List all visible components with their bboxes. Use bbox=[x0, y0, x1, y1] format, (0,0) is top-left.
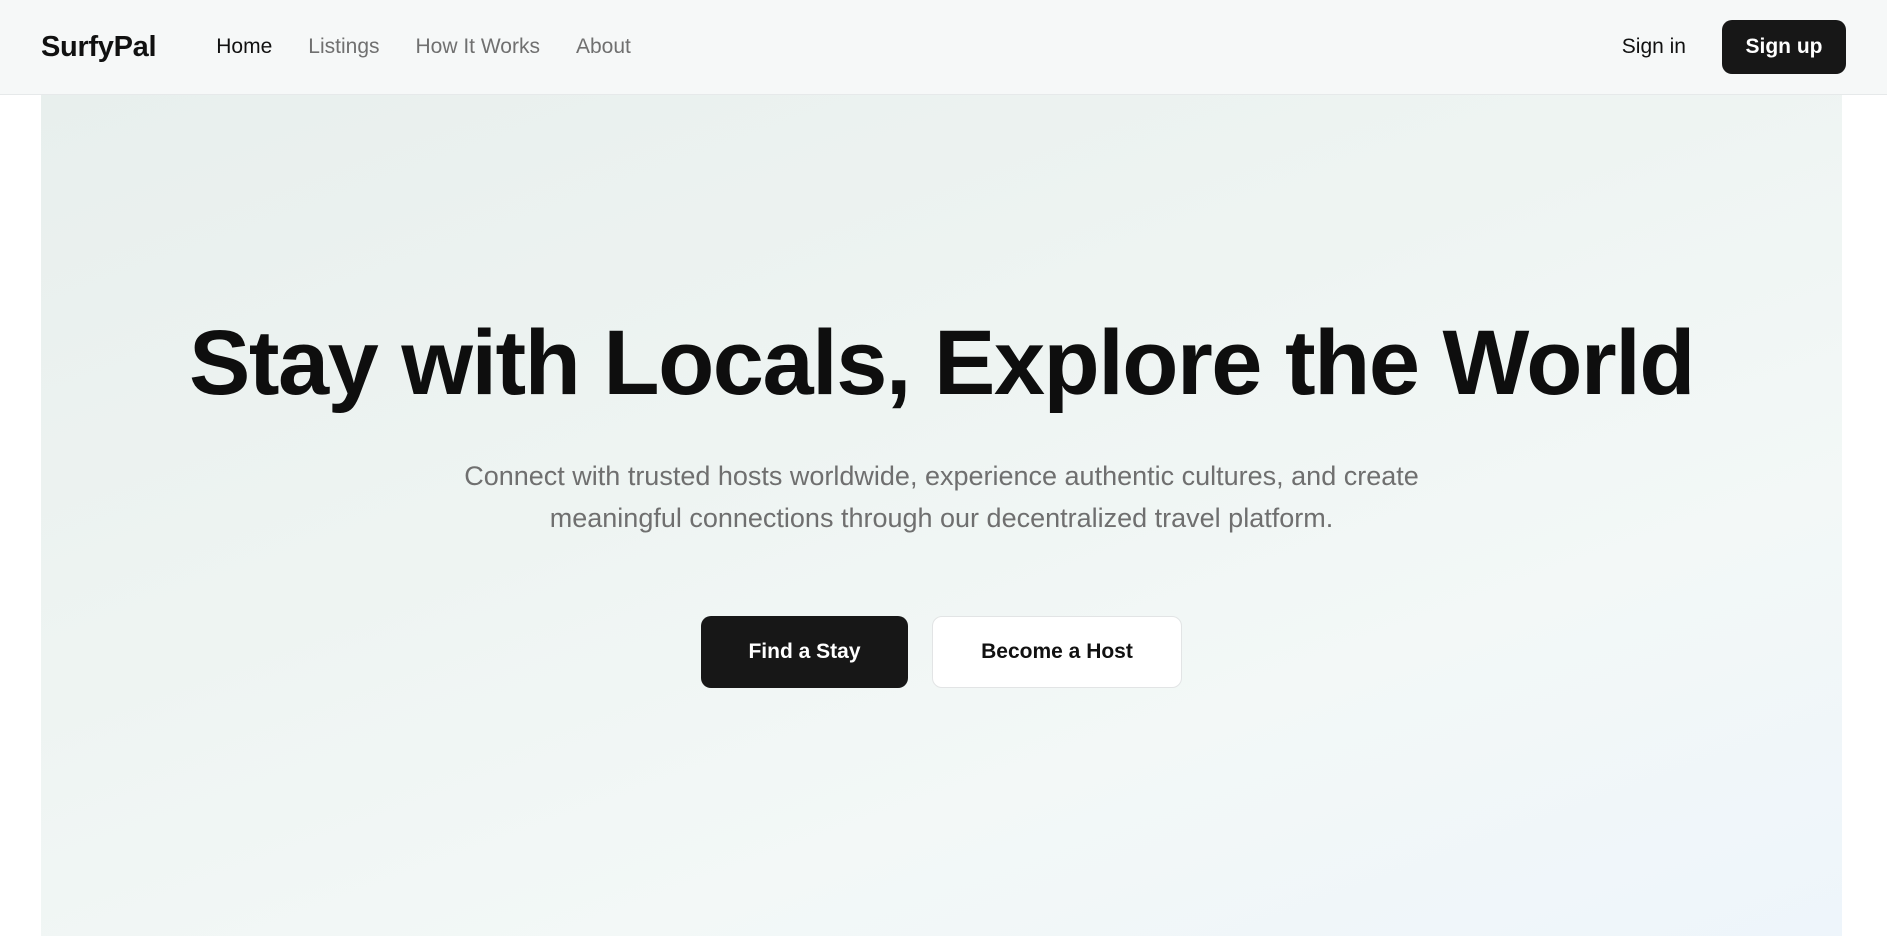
primary-nav: Home Listings How It Works About bbox=[216, 35, 631, 59]
sign-up-button[interactable]: Sign up bbox=[1722, 20, 1846, 74]
brand-logo[interactable]: SurfyPal bbox=[41, 31, 157, 64]
top-navigation: SurfyPal Home Listings How It Works Abou… bbox=[0, 0, 1887, 95]
hero-title: Stay with Locals, Explore the World bbox=[189, 312, 1696, 414]
nav-link-home[interactable]: Home bbox=[216, 35, 272, 59]
sign-in-link[interactable]: Sign in bbox=[1622, 35, 1686, 59]
become-a-host-button[interactable]: Become a Host bbox=[932, 616, 1182, 688]
hero-cta-group: Find a Stay Become a Host bbox=[701, 616, 1182, 688]
find-a-stay-button[interactable]: Find a Stay bbox=[701, 616, 908, 688]
nav-link-how-it-works[interactable]: How It Works bbox=[416, 35, 540, 59]
auth-actions: Sign in Sign up bbox=[1622, 20, 1846, 74]
hero-subtitle: Connect with trusted hosts worldwide, ex… bbox=[464, 461, 1419, 533]
nav-link-listings[interactable]: Listings bbox=[308, 35, 379, 59]
nav-link-about[interactable]: About bbox=[576, 35, 631, 59]
hero-section: Stay with Locals, Explore the World Conn… bbox=[41, 95, 1842, 936]
